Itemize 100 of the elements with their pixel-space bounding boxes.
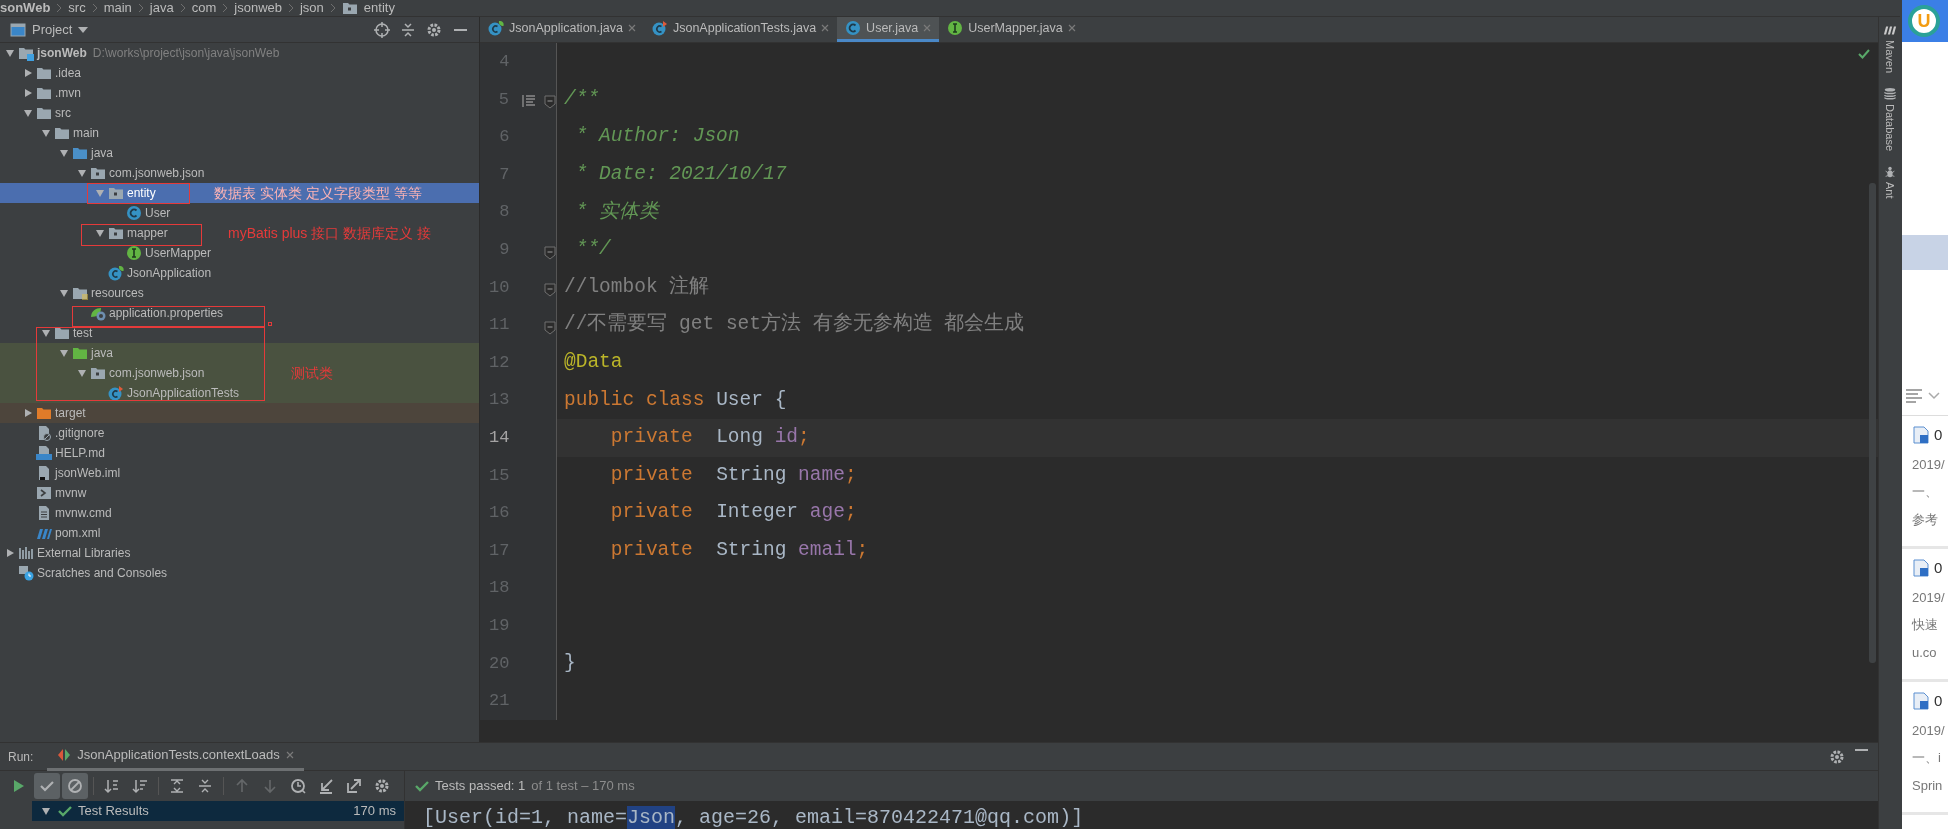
ant-icon xyxy=(1882,165,1897,180)
tree-item[interactable]: JsonApplicationTests xyxy=(0,383,479,403)
breadcrumb-item[interactable]: json xyxy=(300,0,324,18)
tree-item[interactable]: mvnw xyxy=(0,483,479,503)
document-card[interactable]: 0 2019/ 一、i Sprin xyxy=(1902,682,1948,815)
panel-title[interactable]: Project xyxy=(32,19,73,40)
code-line: public class User { xyxy=(563,387,787,413)
tree-item[interactable]: External Libraries xyxy=(0,543,479,563)
highlight-band xyxy=(1902,235,1948,270)
close-icon xyxy=(627,24,636,32)
tree-arrow-icon[interactable] xyxy=(58,347,70,359)
annotation-note: 数据表 实体类 定义字段类型 等等 xyxy=(214,184,422,202)
tree-item[interactable]: Scratches and Consoles xyxy=(0,563,479,583)
tree-item[interactable]: HELP.md xyxy=(0,443,479,463)
document-card[interactable]: 0 2019/ 一、 参考 xyxy=(1902,416,1948,549)
tool-window-button[interactable]: Maven xyxy=(1881,23,1898,74)
breadcrumb-item[interactable]: main xyxy=(103,0,132,18)
tree-item[interactable]: mvnw.cmd xyxy=(0,503,479,523)
fold-icon[interactable] xyxy=(544,320,556,335)
document-card[interactable]: 0 2019/ 快速 u.co xyxy=(1902,549,1948,682)
tree-arrow-icon[interactable] xyxy=(58,147,70,159)
tree-item[interactable]: pom.xml xyxy=(0,523,479,543)
tree-item[interactable]: .idea xyxy=(0,63,479,83)
code-line: } xyxy=(563,650,576,676)
tree-item[interactable]: main xyxy=(0,123,479,143)
module-folder-icon xyxy=(18,45,34,61)
collapse-all-icon xyxy=(197,778,213,794)
document-snippet: Sprin xyxy=(1912,776,1944,795)
fold-icon[interactable] xyxy=(544,95,556,110)
tree-item[interactable]: jsonWeb.iml xyxy=(0,463,479,483)
minimize-icon xyxy=(453,28,467,31)
tree-item[interactable]: java xyxy=(0,143,479,163)
tool-window-button[interactable]: Ant xyxy=(1881,165,1898,199)
tree-arrow-icon[interactable] xyxy=(76,167,88,179)
tree-arrow-icon[interactable] xyxy=(22,67,34,79)
tree-item[interactable]: jsonWeb D:\works\project\json\java\jsonWeb xyxy=(0,43,479,63)
chevron-icon xyxy=(179,3,186,13)
editor-tab[interactable]: JsonApplicationTests.java xyxy=(643,17,838,42)
show-ignored-button[interactable] xyxy=(62,773,88,799)
tree-item[interactable]: test xyxy=(0,323,479,343)
tree-arrow-icon[interactable] xyxy=(4,547,16,559)
settings-icon xyxy=(426,21,442,38)
breadcrumb-item[interactable]: entity xyxy=(363,0,395,18)
breadcrumb-item[interactable]: jsonweb xyxy=(234,0,282,18)
tree-arrow-icon[interactable] xyxy=(94,227,106,239)
settings-icon xyxy=(374,778,390,794)
tree-item[interactable]: entity 数据表 实体类 定义字段类型 等等 xyxy=(0,183,479,203)
code-line: * Date: 2021/10/17 xyxy=(574,161,787,187)
tree-arrow-icon[interactable] xyxy=(22,107,34,119)
show-passed-button[interactable] xyxy=(34,773,60,799)
tree-item[interactable]: src xyxy=(0,103,479,123)
tree-item[interactable]: resources xyxy=(0,283,479,303)
tree-item[interactable]: .mvn xyxy=(0,83,479,103)
scratch-icon xyxy=(18,565,34,581)
package-icon xyxy=(90,165,106,181)
minimize-icon xyxy=(1855,748,1868,751)
test-run-icon xyxy=(57,748,72,762)
chevron-icon xyxy=(329,3,336,13)
tree-item[interactable]: com.jsonweb.json 测试类 xyxy=(0,363,479,383)
tree-item[interactable]: JsonApplication xyxy=(0,263,479,283)
test-result-row[interactable]: Test Results 170 ms xyxy=(32,801,404,821)
close-icon xyxy=(923,24,932,32)
editor-tab[interactable]: UserMapper.java xyxy=(939,17,1084,42)
fold-icon[interactable] xyxy=(544,283,556,298)
tree-item[interactable]: com.jsonweb.json xyxy=(0,163,479,183)
package-icon xyxy=(341,0,358,16)
scrollbar[interactable] xyxy=(1869,183,1876,663)
tree-arrow-icon[interactable] xyxy=(4,47,16,59)
tree-item[interactable]: .gitignore xyxy=(0,423,479,443)
tree-item[interactable]: mapper myBatis plus 接口 数据库定义 接 xyxy=(0,223,479,243)
tree-item[interactable]: java xyxy=(0,343,479,363)
tree-item[interactable]: application.properties xyxy=(0,303,479,323)
panel-label: Run: xyxy=(8,748,34,766)
tool-window-button[interactable]: Database xyxy=(1881,87,1898,152)
run-tab[interactable]: JsonApplicationTests.contextLoads xyxy=(47,742,304,771)
editor-tab[interactable]: JsonApplication.java xyxy=(480,17,644,42)
text-file-icon xyxy=(36,505,52,521)
tree-item[interactable]: UserMapper xyxy=(0,243,479,263)
export-icon xyxy=(346,778,362,794)
tree-arrow-icon[interactable] xyxy=(58,287,70,299)
locate-icon xyxy=(374,21,390,38)
editor-tab[interactable]: User.java xyxy=(837,17,940,42)
breadcrumb-item[interactable]: com xyxy=(191,0,217,18)
locate-button[interactable] xyxy=(371,19,393,40)
interface-icon xyxy=(947,20,964,36)
breadcrumb-item[interactable]: sonWeb xyxy=(0,0,51,18)
fold-icon[interactable] xyxy=(544,245,556,260)
code-line: @Data xyxy=(563,349,623,375)
line-number: 14 xyxy=(488,427,510,449)
tree-item[interactable]: target xyxy=(0,403,479,423)
tree-item[interactable]: User xyxy=(0,203,479,223)
tree-arrow-icon[interactable] xyxy=(76,367,88,379)
tree-arrow-icon[interactable] xyxy=(22,87,34,99)
tree-arrow-icon[interactable] xyxy=(40,127,52,139)
tree-arrow-icon[interactable] xyxy=(40,327,52,339)
document-icon xyxy=(1912,426,1930,445)
tree-arrow-icon[interactable] xyxy=(22,407,34,419)
breadcrumb-item[interactable]: src xyxy=(68,0,86,18)
close-icon xyxy=(1067,24,1076,32)
breadcrumb-item[interactable]: java xyxy=(149,0,174,18)
